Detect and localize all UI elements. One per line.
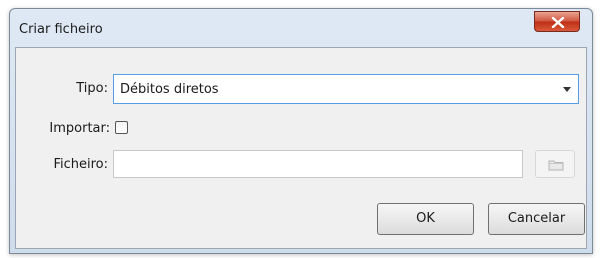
ficheiro-label: Ficheiro: bbox=[53, 157, 108, 172]
chevron-down-icon bbox=[563, 87, 571, 92]
tipo-select-value: Débitos diretos bbox=[120, 82, 219, 97]
tipo-label: Tipo: bbox=[76, 81, 108, 96]
ok-button[interactable]: OK bbox=[377, 203, 474, 235]
dialog-window: Criar ficheiro Tipo: Débitos diretos Imp… bbox=[9, 8, 593, 254]
dialog-title: Criar ficheiro bbox=[19, 22, 103, 37]
importar-checkbox[interactable] bbox=[115, 121, 128, 134]
close-icon bbox=[551, 17, 565, 28]
folder-icon bbox=[548, 160, 564, 171]
cancel-button[interactable]: Cancelar bbox=[488, 203, 585, 235]
dialog-body: Tipo: Débitos diretos Importar: Ficheiro… bbox=[15, 47, 587, 249]
tipo-select[interactable]: Débitos diretos bbox=[113, 74, 579, 104]
importar-label: Importar: bbox=[49, 121, 110, 136]
title-bar[interactable]: Criar ficheiro bbox=[10, 9, 592, 47]
browse-button[interactable] bbox=[535, 150, 575, 178]
close-button[interactable] bbox=[534, 11, 580, 32]
ficheiro-input[interactable] bbox=[113, 150, 523, 178]
